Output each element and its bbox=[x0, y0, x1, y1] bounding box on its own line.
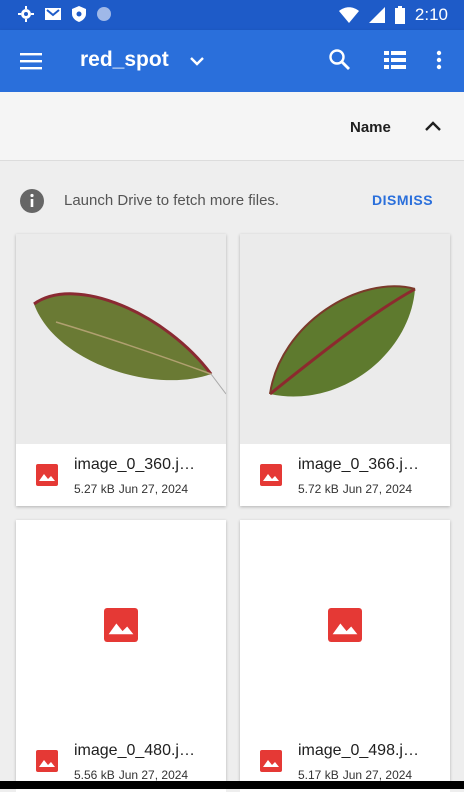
file-card[interactable]: image_0_366.j… 5.72 kB Jun 27, 2024 bbox=[240, 234, 450, 506]
file-meta: image_0_366.j… 5.72 kB Jun 27, 2024 bbox=[240, 444, 450, 506]
navigation-bar bbox=[0, 781, 464, 789]
wifi-icon bbox=[338, 7, 359, 23]
image-file-icon bbox=[260, 464, 282, 486]
image-placeholder-icon bbox=[328, 608, 362, 642]
status-bar: 2:10 bbox=[0, 0, 464, 30]
mail-icon bbox=[45, 8, 61, 20]
file-date: Jun 27, 2024 bbox=[342, 482, 413, 496]
file-name: image_0_498.j… bbox=[298, 742, 419, 759]
sort-label[interactable]: Name bbox=[350, 119, 391, 136]
status-time: 2:10 bbox=[414, 5, 448, 24]
gear-icon bbox=[18, 6, 34, 22]
file-date: Jun 27, 2024 bbox=[118, 768, 189, 782]
chevron-down-icon[interactable] bbox=[188, 52, 206, 70]
more-options-icon[interactable] bbox=[436, 50, 442, 70]
image-file-icon bbox=[260, 750, 282, 772]
file-info: 5.27 kB Jun 27, 2024 bbox=[74, 482, 192, 496]
file-size: 5.72 kB bbox=[298, 482, 339, 496]
image-thumbnail bbox=[240, 520, 450, 730]
drive-notice: Launch Drive to fetch more files. DISMIS… bbox=[0, 161, 464, 221]
file-info: 5.72 kB Jun 27, 2024 bbox=[298, 482, 416, 496]
notice-text: Launch Drive to fetch more files. bbox=[64, 192, 280, 209]
file-card[interactable]: image_0_360.j… 5.27 kB Jun 27, 2024 bbox=[16, 234, 226, 506]
file-size: 5.17 kB bbox=[298, 768, 339, 782]
signal-icon bbox=[368, 7, 385, 23]
sort-direction-icon[interactable] bbox=[424, 119, 442, 133]
app-bar: red_spot bbox=[0, 30, 464, 92]
sort-bar: Name bbox=[0, 92, 464, 161]
circle-icon bbox=[97, 7, 111, 21]
file-name: image_0_480.j… bbox=[74, 742, 195, 759]
folder-title[interactable]: red_spot bbox=[80, 48, 169, 72]
file-name: image_0_366.j… bbox=[298, 456, 419, 473]
shield-icon bbox=[72, 6, 86, 22]
file-card[interactable]: image_0_480.j… 5.56 kB Jun 27, 2024 bbox=[16, 520, 226, 792]
file-name: image_0_360.j… bbox=[74, 456, 195, 473]
image-thumbnail bbox=[16, 234, 226, 444]
hamburger-menu-icon[interactable] bbox=[20, 52, 42, 70]
file-date: Jun 27, 2024 bbox=[118, 482, 189, 496]
image-file-icon bbox=[36, 464, 58, 486]
dismiss-button[interactable]: DISMISS bbox=[372, 192, 433, 208]
image-file-icon bbox=[36, 750, 58, 772]
image-placeholder-icon bbox=[104, 608, 138, 642]
image-thumbnail bbox=[16, 520, 226, 730]
file-date: Jun 27, 2024 bbox=[342, 768, 413, 782]
file-card[interactable]: image_0_498.j… 5.17 kB Jun 27, 2024 bbox=[240, 520, 450, 792]
file-info: 5.56 kB Jun 27, 2024 bbox=[74, 768, 192, 782]
image-thumbnail bbox=[240, 234, 450, 444]
file-info: 5.17 kB Jun 27, 2024 bbox=[298, 768, 416, 782]
file-size: 5.56 kB bbox=[74, 768, 115, 782]
file-meta: image_0_360.j… 5.27 kB Jun 27, 2024 bbox=[16, 444, 226, 506]
search-icon[interactable] bbox=[328, 48, 352, 72]
file-size: 5.27 kB bbox=[74, 482, 115, 496]
info-icon bbox=[20, 189, 44, 213]
list-view-icon[interactable] bbox=[384, 50, 406, 70]
battery-icon bbox=[394, 6, 405, 24]
